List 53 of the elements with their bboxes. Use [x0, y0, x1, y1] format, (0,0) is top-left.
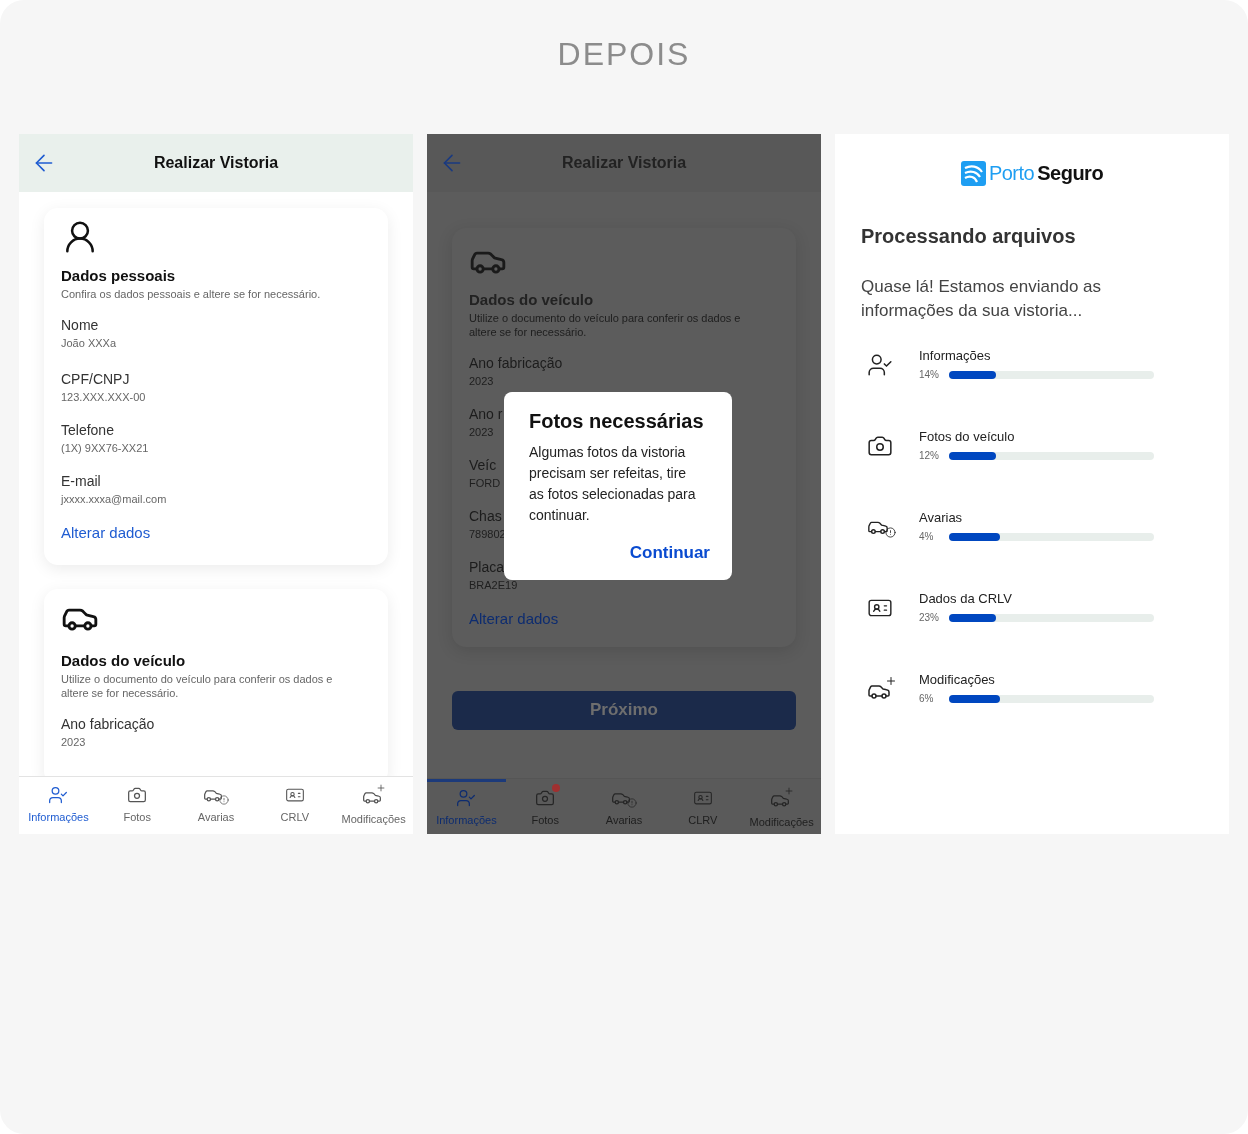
field-value: 789802 [469, 527, 506, 542]
field-label: E-mail [61, 472, 101, 491]
field-value: jxxxx.xxxa@mail.com [61, 492, 167, 507]
logo-text: Porto [988, 161, 1035, 186]
field-label: CPF/CNPJ [61, 370, 130, 389]
field-label: Nome [61, 316, 99, 335]
logo-text: Seguro [1037, 161, 1104, 186]
field-label: Ano fabricação [61, 714, 155, 734]
field-label: Veíc [469, 456, 497, 475]
card-title: Dados do veículo [469, 290, 595, 310]
nav-tab[interactable]: Modificações [334, 777, 413, 834]
nav-tab[interactable]: Fotos [97, 777, 177, 834]
edit-data-link[interactable]: Alterar dados [61, 522, 371, 545]
page-heading: DEPOIS [557, 35, 691, 74]
field-value: (1X) 9XX76-XX21 [61, 441, 149, 456]
field-label: Telefone [61, 421, 114, 440]
item-label: Informações [919, 347, 992, 365]
field-label: Ano r [469, 405, 503, 424]
item-label: Avarias [919, 509, 964, 527]
field-value: FORD [469, 476, 501, 491]
card-title: Dados do veículo [61, 650, 187, 671]
field-value: BRA2E19 [469, 578, 518, 593]
item-label: Dados da CRLV [919, 590, 1013, 608]
user-check-icon [48, 785, 69, 806]
card-description: Confira os dados pessoais e altere se for necessário. [61, 287, 322, 301]
nav-tab[interactable]: Avarias [176, 777, 256, 834]
percent-text: 6% [919, 692, 935, 706]
dialog-message: Algumas fotos da vistoria precisam ser refeitas, tire as fotos selecionadas para continuar. [529, 443, 697, 525]
item-label: Modificações [919, 671, 996, 689]
card-title: Dados pessoais [61, 266, 177, 286]
field-label: Placa [469, 558, 505, 577]
percent-text: 14% [919, 368, 940, 382]
percent-text: 12% [919, 449, 940, 463]
item-label: Fotos do veículo [919, 428, 1016, 446]
card-description: Utilize o documento do veículo para conferir os dados e altere se for necessário. [61, 671, 334, 700]
field-value: 123.XXX.XXX-00 [61, 390, 146, 405]
field-value: 2023 [469, 425, 494, 440]
user-check-icon [456, 787, 477, 808]
field-value: 2023 [61, 734, 86, 750]
percent-text: 23% [919, 611, 940, 625]
nav-tab[interactable]: Informações [19, 777, 98, 834]
nav-tab[interactable]: CRLV [255, 777, 335, 834]
field-value: João XXXa [61, 336, 117, 351]
logo-icon [960, 160, 986, 186]
dialog-title: Fotos necessárias [529, 409, 705, 434]
field-value: 2023 [469, 374, 494, 389]
screen-title: Processando arquivos [861, 224, 1077, 249]
continue-button[interactable]: Continuar [629, 540, 710, 566]
percent-text: 4% [919, 530, 935, 544]
field-label: Ano fabricação [469, 354, 563, 373]
screen-title: Realizar Vistoria [153, 153, 279, 173]
status-message: Quase lá! Estamos enviando as informações da sua vistoria... [861, 276, 1103, 322]
field-label: Chas [469, 507, 502, 526]
